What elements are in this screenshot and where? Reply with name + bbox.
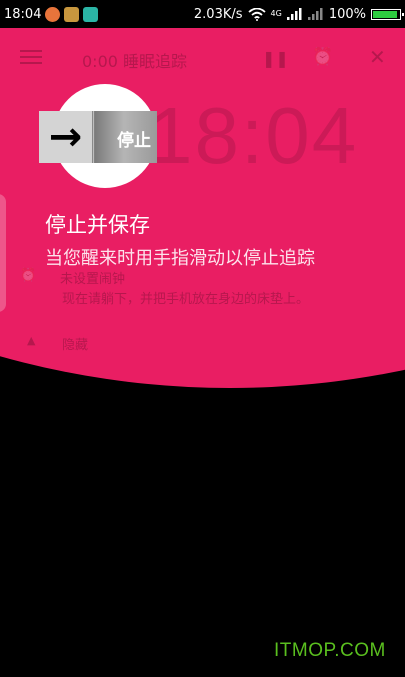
notification-app-icon-1	[45, 6, 61, 22]
alarm-off-icon: ⏰	[20, 268, 37, 283]
battery-icon	[371, 8, 404, 20]
network-type: 4G	[270, 9, 282, 18]
network-speed: 2.03K/s	[193, 6, 243, 22]
close-icon[interactable]: ✕	[369, 45, 386, 69]
signal-icon	[286, 8, 302, 20]
wifi-icon	[247, 7, 266, 21]
battery-percent: 100%	[328, 6, 366, 22]
stop-slider[interactable]: → 停止	[39, 111, 157, 163]
tutorial-description: 当您醒来时用手指滑动以停止追踪	[45, 248, 315, 269]
status-time: 18:04	[4, 6, 42, 22]
toolbar-title: 0:00 睡眠追踪	[82, 52, 188, 71]
toolbar: 0:00 睡眠追踪 ❚❚ ⏰ ✕	[0, 28, 405, 88]
alarm-icon[interactable]: ⏰	[312, 47, 333, 67]
signal-icon-2	[307, 8, 323, 20]
status-bar: 18:04 2.03K/s 4G 100%	[0, 0, 405, 28]
notification-app-icon-2	[64, 6, 80, 22]
tracking-clock: 18:04	[148, 91, 359, 180]
notification-app-icon-3	[83, 6, 99, 22]
status-app-icons	[45, 6, 99, 22]
tutorial-title: 停止并保存	[45, 213, 150, 237]
watermark-text: ITMOP.COM	[274, 640, 386, 661]
alarm-status-text: 未设置闹钟	[60, 272, 126, 287]
slider-knob[interactable]: →	[39, 111, 93, 163]
sleep-tracking-screen: 0:00 睡眠追踪 ❚❚ ⏰ ✕ 18:04 ⏰ 未设置闹钟 现在请躺下，并把手…	[0, 28, 405, 677]
arrow-right-icon: →	[48, 114, 83, 160]
chevron-up-icon: ▲	[27, 334, 36, 347]
status-right: 2.03K/s 4G 100%	[193, 6, 404, 22]
side-drawer-handle[interactable]	[0, 194, 6, 312]
menu-icon[interactable]	[20, 50, 42, 64]
slider-label: 停止	[117, 131, 151, 151]
hide-link[interactable]: 隐藏	[62, 334, 88, 353]
instruction-text: 现在请躺下，并把手机放在身边的床垫上。	[62, 292, 310, 307]
pause-icon[interactable]: ❚❚	[262, 49, 289, 68]
